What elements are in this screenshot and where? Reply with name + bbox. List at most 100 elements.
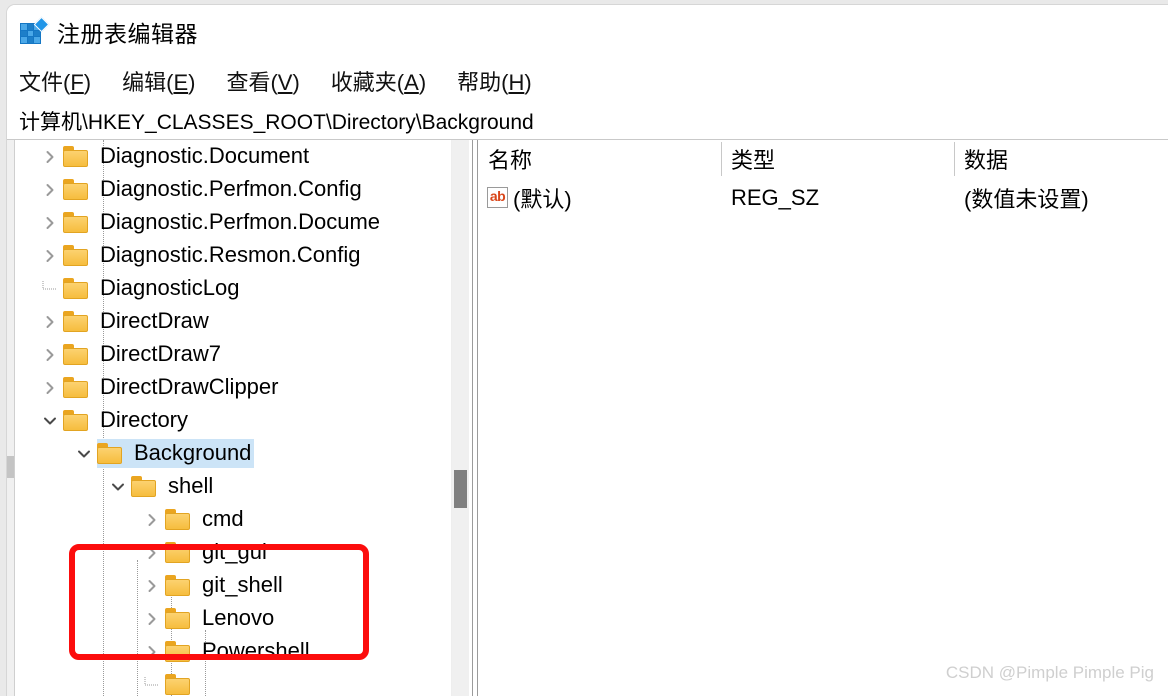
menu-view[interactable]: 查看(V) <box>226 65 299 97</box>
tree-item-label: cmd <box>202 506 244 532</box>
tree-item-content[interactable]: DirectDraw7 <box>63 340 224 368</box>
tree-item-content[interactable]: Background <box>97 439 255 468</box>
tree-item-diagnosticlog[interactable]: DiagnosticLog <box>15 272 460 305</box>
tree-item-diagnostic-document[interactable]: Diagnostic.Document <box>15 140 460 173</box>
tree-item-directdraw7[interactable]: DirectDraw7 <box>15 338 460 371</box>
tree-item-powershell[interactable]: Powershell <box>15 635 460 668</box>
title-bar: 注册表编辑器 <box>7 5 1168 59</box>
chevron-right-icon[interactable] <box>37 149 63 165</box>
tree-vertical-scrollbar[interactable] <box>451 140 469 696</box>
folder-icon <box>63 178 89 200</box>
tree-item-content[interactable]: DiagnosticLog <box>63 274 242 302</box>
tree-item-label: DirectDrawClipper <box>100 374 279 400</box>
menu-edit-text: 编辑( <box>122 70 174 95</box>
tree-item-label: Diagnostic.Resmon.Config <box>100 242 361 268</box>
ab-string-icon: ab <box>486 186 510 210</box>
menu-help[interactable]: 帮助(H) <box>457 65 532 97</box>
column-header-name[interactable]: 名称 <box>478 140 721 178</box>
tree-item-content[interactable]: Powershell <box>165 637 313 665</box>
tree-item-content[interactable]: git_gui <box>165 538 270 566</box>
registry-editor-icon <box>19 16 50 46</box>
tree-scrollbar-thumb[interactable] <box>454 470 467 508</box>
tree-item-cmd[interactable]: cmd <box>15 503 460 536</box>
folder-icon <box>63 310 89 332</box>
folder-icon <box>63 277 89 299</box>
tree-item-content[interactable]: cmd <box>165 505 247 533</box>
folder-icon <box>165 607 191 629</box>
tree-leaf-connector <box>37 280 63 297</box>
table-row[interactable]: ab (默认) REG_SZ (数值未设置) <box>478 178 1168 218</box>
menu-file-key: F <box>70 70 84 95</box>
menu-file[interactable]: 文件(F) <box>19 65 91 97</box>
tree-leaf-connector <box>139 676 165 693</box>
tree-item-content[interactable]: DirectDraw <box>63 307 212 335</box>
folder-icon <box>165 541 191 563</box>
window-vertical-scrollbar[interactable] <box>7 140 15 696</box>
menu-edit-tail: ) <box>188 70 196 95</box>
tree-item-directdraw[interactable]: DirectDraw <box>15 305 460 338</box>
watermark: CSDN @Pimple Pimple Pig <box>945 663 1154 682</box>
tree-item-label: Diagnostic.Perfmon.Config <box>100 176 362 202</box>
chevron-down-icon[interactable] <box>37 413 63 429</box>
tree-item-content[interactable]: Diagnostic.Document <box>63 142 312 170</box>
tree-item-lenovo[interactable]: Lenovo <box>15 602 460 635</box>
menu-edit-key: E <box>173 70 189 95</box>
chevron-right-icon[interactable] <box>139 578 165 594</box>
column-header-type[interactable]: 类型 <box>721 140 954 178</box>
chevron-right-icon[interactable] <box>37 215 63 231</box>
tree-item-label: Powershell <box>202 638 310 664</box>
menu-help-key: H <box>508 70 525 95</box>
tree-item-content[interactable] <box>165 674 205 695</box>
tree-item-background[interactable]: Background <box>15 437 460 470</box>
tree-item-content[interactable]: DirectDrawClipper <box>63 373 281 401</box>
tree-item-git-gui[interactable]: git_gui <box>15 536 460 569</box>
folder-icon <box>97 442 123 464</box>
tree-item-git-shell[interactable]: git_shell <box>15 569 460 602</box>
tree-item-diagnostic-perfmon-docume[interactable]: Diagnostic.Perfmon.Docume <box>15 206 460 239</box>
chevron-right-icon[interactable] <box>139 644 165 660</box>
tree-item-directory[interactable]: Directory <box>15 404 460 437</box>
tree-item-label: Directory <box>100 407 189 433</box>
tree-item-diagnostic-resmon-config[interactable]: Diagnostic.Resmon.Config <box>15 239 460 272</box>
tree-scrollport: Diagnostic.Document Diagnostic.Perfmon.Co… <box>15 140 460 696</box>
chevron-down-icon[interactable] <box>71 446 97 462</box>
chevron-right-icon[interactable] <box>37 314 63 330</box>
tree-item-label: DirectDraw7 <box>100 341 222 367</box>
tree-item-content[interactable]: Diagnostic.Resmon.Config <box>63 241 363 269</box>
chevron-right-icon[interactable] <box>139 545 165 561</box>
tree-item-content[interactable]: shell <box>131 472 216 500</box>
tree-item-diagnostic-perfmon-config[interactable]: Diagnostic.Perfmon.Config <box>15 173 460 206</box>
tree-item-partial[interactable] <box>15 668 460 696</box>
column-separator[interactable] <box>954 142 955 176</box>
tree-item-directdrawclipper[interactable]: DirectDrawClipper <box>15 371 460 404</box>
tree-item-content[interactable]: Diagnostic.Perfmon.Docume <box>63 208 383 236</box>
value-data-cell: (数值未设置) <box>964 187 1089 212</box>
menu-view-tail: ) <box>292 70 300 95</box>
tree-item-shell[interactable]: shell <box>15 470 460 503</box>
tree-item-content[interactable]: Lenovo <box>165 604 277 632</box>
menu-favorites[interactable]: 收藏夹(A) <box>331 65 426 97</box>
chevron-right-icon[interactable] <box>139 512 165 528</box>
column-separator[interactable] <box>721 142 722 176</box>
tree-item-label: git_gui <box>202 539 267 565</box>
tree-item-label: Diagnostic.Document <box>100 143 310 169</box>
menu-edit[interactable]: 编辑(E) <box>122 65 195 97</box>
chevron-right-icon[interactable] <box>37 347 63 363</box>
tree-item-content[interactable]: Diagnostic.Perfmon.Config <box>63 175 365 203</box>
window-title: 注册表编辑器 <box>57 21 198 47</box>
chevron-right-icon[interactable] <box>37 380 63 396</box>
folder-icon <box>63 343 89 365</box>
window-scrollbar-thumb[interactable] <box>7 456 14 478</box>
chevron-right-icon[interactable] <box>37 182 63 198</box>
chevron-right-icon[interactable] <box>139 611 165 627</box>
tree-item-label: DiagnosticLog <box>100 275 240 301</box>
registry-tree-pane: Diagnostic.Document Diagnostic.Perfmon.Co… <box>15 140 478 696</box>
tree-item-content[interactable]: git_shell <box>165 571 286 599</box>
folder-icon <box>63 409 89 431</box>
folder-icon <box>63 376 89 398</box>
tree-item-content[interactable]: Directory <box>63 406 191 434</box>
chevron-down-icon[interactable] <box>105 479 131 495</box>
address-bar[interactable]: 计算机\HKEY_CLASSES_ROOT\Directory\Backgrou… <box>7 103 1168 140</box>
chevron-right-icon[interactable] <box>37 248 63 264</box>
column-header-data[interactable]: 数据 <box>954 140 1168 178</box>
